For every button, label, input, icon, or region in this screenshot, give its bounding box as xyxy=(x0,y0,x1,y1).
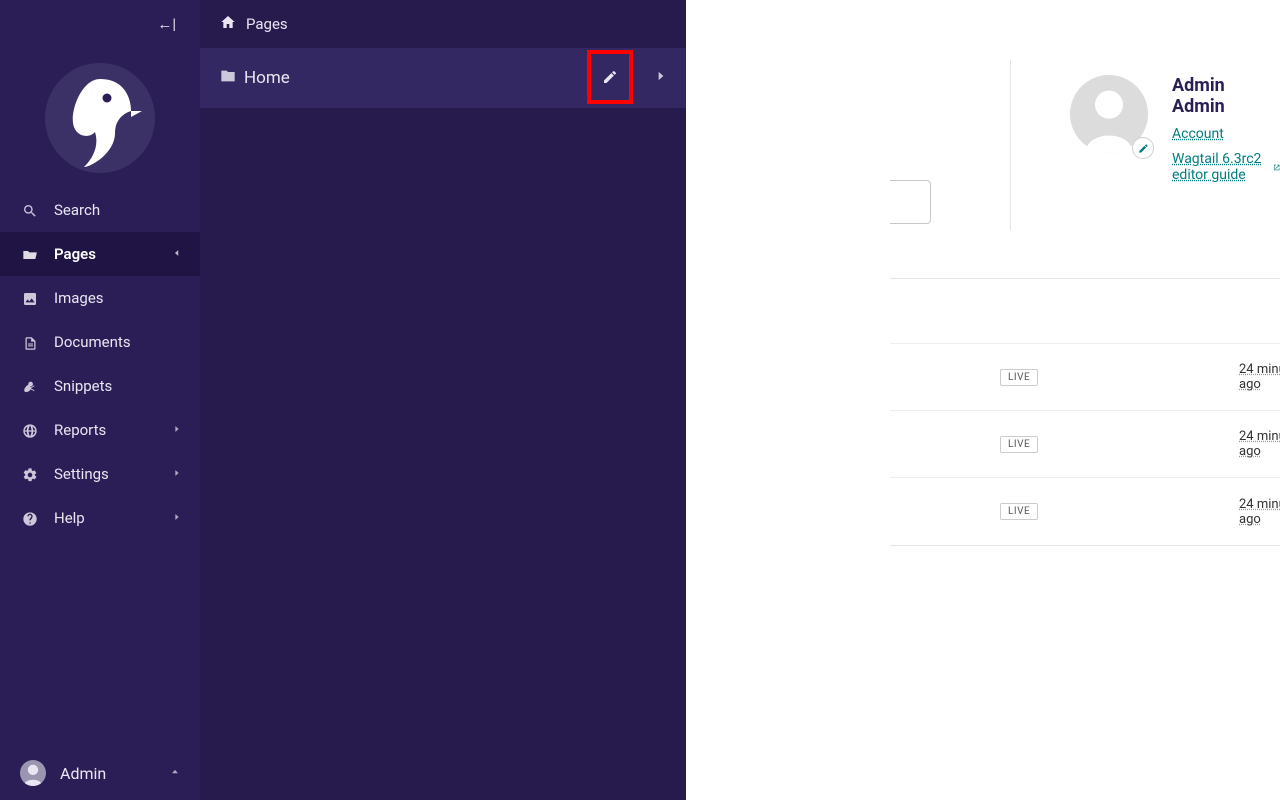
sidebar-item-images[interactable]: Images xyxy=(0,276,200,320)
sidebar-item-label: Snippets xyxy=(54,377,112,395)
folder-icon xyxy=(220,68,236,89)
snippets-icon xyxy=(20,377,40,395)
activity-row: LIVE 24 minutes ago ··· xyxy=(890,411,1280,478)
profile-block: Admin Admin Account Wagtail 6.3rc2 edito… xyxy=(1070,75,1280,189)
sidebar-user-name: Admin xyxy=(60,764,106,783)
profile-name: Admin Admin xyxy=(1172,75,1280,117)
sidebar-item-snippets[interactable]: Snippets xyxy=(0,364,200,408)
activity-time: 24 minutes ago xyxy=(1239,429,1280,459)
external-link-icon xyxy=(1273,161,1280,174)
sidebar-item-label: Settings xyxy=(54,465,109,483)
sidebar: ←| Search Pages xyxy=(0,0,200,800)
sidebar-item-settings[interactable]: Settings xyxy=(0,452,200,496)
explorer-breadcrumb-label: Pages xyxy=(246,15,288,33)
editor-guide-link-text: Wagtail 6.3rc2 editor guide xyxy=(1172,151,1267,183)
chevron-right-icon xyxy=(172,424,182,437)
avatar-small xyxy=(20,760,46,786)
chevron-left-icon xyxy=(172,248,182,261)
explorer-row-home[interactable]: Home xyxy=(200,48,686,108)
explorer-row-label: Home xyxy=(244,68,290,88)
gear-icon xyxy=(20,465,40,483)
sidebar-item-label: Images xyxy=(54,289,104,307)
editor-guide-link[interactable]: Wagtail 6.3rc2 editor guide xyxy=(1172,151,1280,183)
page-explorer-panel: Pages Home xyxy=(200,0,686,800)
sidebar-menu: Search Pages Images Documents xyxy=(0,188,200,540)
live-status-badge: LIVE xyxy=(1000,369,1038,386)
sidebar-item-search[interactable]: Search xyxy=(0,188,200,232)
sidebar-user-menu[interactable]: Admin xyxy=(0,746,200,800)
explorer-breadcrumb-root[interactable]: Pages xyxy=(200,0,686,48)
chevron-up-icon xyxy=(170,767,180,780)
chevron-right-icon xyxy=(172,468,182,481)
activity-row: LIVE 24 minutes ago ··· xyxy=(890,344,1280,411)
globe-icon xyxy=(20,421,40,439)
sidebar-item-pages[interactable]: Pages xyxy=(0,232,200,276)
sidebar-item-label: Search xyxy=(54,201,100,219)
activity-time: 24 minutes ago xyxy=(1239,362,1280,392)
image-icon xyxy=(20,289,40,307)
sidebar-item-reports[interactable]: Reports xyxy=(0,408,200,452)
activity-row: LIVE 24 minutes ago ··· xyxy=(890,478,1280,545)
sidebar-item-label: Help xyxy=(54,509,85,527)
folder-open-icon xyxy=(20,245,40,263)
activity-panel: LIVE 24 minutes ago ··· LIVE 24 minutes … xyxy=(890,278,1280,546)
edit-page-button[interactable] xyxy=(587,50,633,104)
live-status-badge: LIVE xyxy=(1000,436,1038,453)
chevron-right-icon xyxy=(172,512,182,525)
live-status-badge: LIVE xyxy=(1000,503,1038,520)
sidebar-item-help[interactable]: Help xyxy=(0,496,200,540)
sidebar-item-label: Pages xyxy=(54,245,96,263)
divider xyxy=(1010,60,1011,230)
collapse-sidebar-button[interactable]: ←| xyxy=(157,15,176,33)
sidebar-item-documents[interactable]: Documents xyxy=(0,320,200,364)
logo[interactable] xyxy=(0,48,200,188)
search-icon xyxy=(20,201,40,219)
help-icon xyxy=(20,509,40,527)
sidebar-item-label: Reports xyxy=(54,421,106,439)
search-input-partial[interactable] xyxy=(890,180,931,224)
document-icon xyxy=(20,333,40,351)
activity-header xyxy=(890,279,1280,344)
expand-children-button[interactable] xyxy=(654,68,668,88)
edit-avatar-button[interactable] xyxy=(1132,137,1154,159)
sidebar-item-label: Documents xyxy=(54,333,131,351)
account-link[interactable]: Account xyxy=(1172,126,1224,142)
home-icon xyxy=(220,14,236,34)
activity-time: 24 minutes ago xyxy=(1239,497,1280,527)
